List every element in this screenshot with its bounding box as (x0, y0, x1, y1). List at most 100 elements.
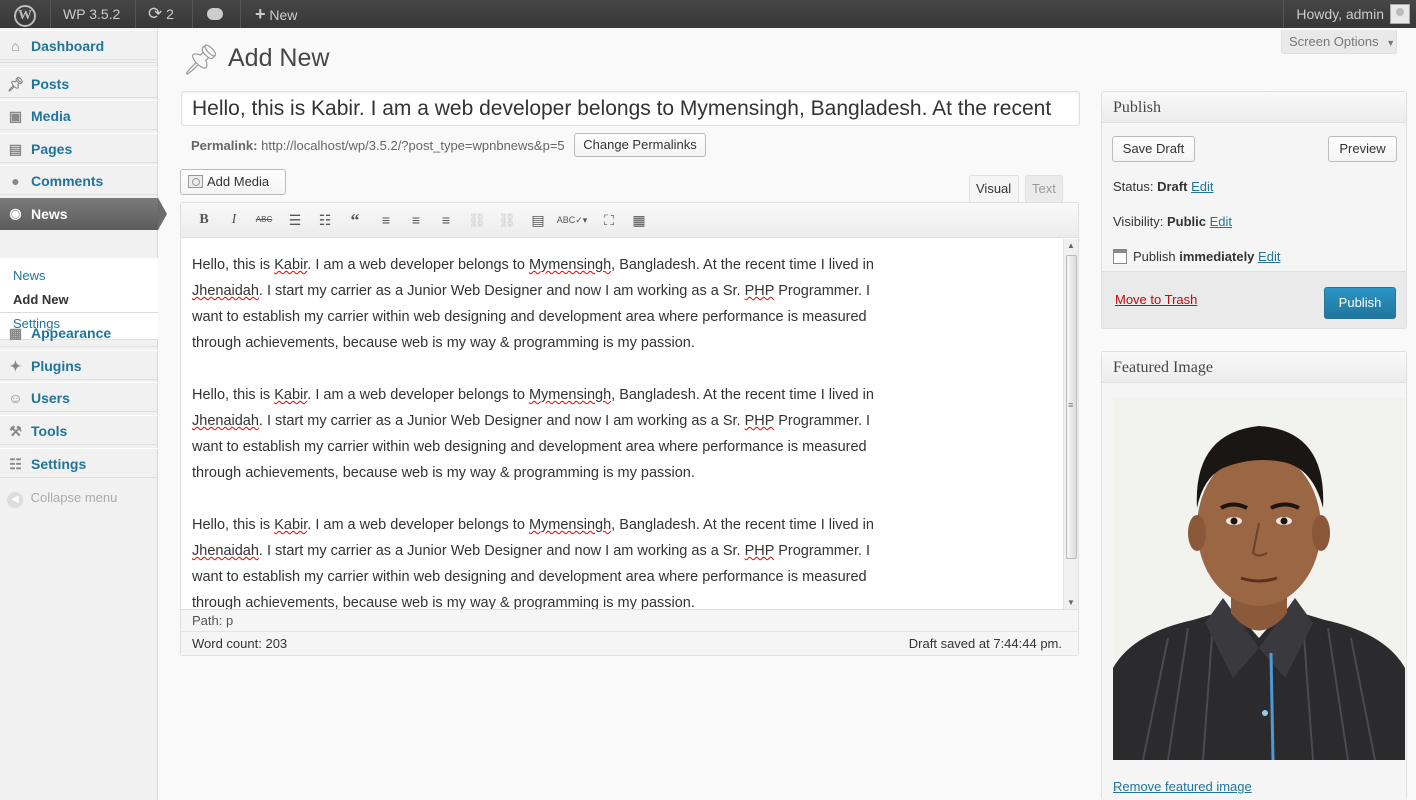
editor-content[interactable]: Hello, this is Kabir. I am a web develop… (181, 239, 1062, 609)
screen-options-toggle[interactable]: Screen Options ▼ (1281, 30, 1397, 54)
menu-dashboard[interactable]: ⌂ Dashboard (0, 30, 158, 60)
unlink-icon[interactable]: ⛓ (496, 210, 518, 230)
menu-settings[interactable]: ☷ Settings (0, 448, 158, 478)
bullet-list-icon[interactable]: ☰ (284, 210, 306, 230)
post-title-input[interactable] (181, 91, 1080, 126)
tab-visual[interactable]: Visual (969, 175, 1019, 203)
content-paragraph: Hello, this is Kabir. I am a web develop… (192, 517, 874, 609)
screen-options-label: Screen Options (1289, 34, 1379, 49)
menu-label: Pages (31, 141, 73, 157)
new-label: New (269, 7, 298, 23)
avatar[interactable] (1390, 4, 1410, 24)
bold-icon[interactable]: B (193, 210, 215, 230)
visibility-label: Visibility: (1113, 214, 1164, 229)
menu-pages[interactable]: ▤ Pages (0, 133, 158, 163)
featured-image-box: Featured Image Remove featured image (1101, 351, 1407, 800)
menu-label: Media (31, 108, 71, 124)
insert-more-icon[interactable]: ▤ (527, 210, 549, 230)
fullscreen-icon[interactable]: ⛶ (598, 210, 620, 230)
align-left-icon[interactable]: ≡ (375, 210, 397, 230)
edit-publish-time-link[interactable]: Edit (1258, 249, 1280, 264)
add-media-button[interactable]: Add Media (180, 169, 286, 195)
updates-link[interactable]: ⟳ 2 (148, 0, 174, 28)
visibility-row: Visibility: Public Edit (1113, 214, 1232, 229)
scroll-up-arrow-icon[interactable]: ▲ (1067, 241, 1075, 250)
visibility-value: Public (1166, 214, 1206, 229)
edit-status-link[interactable]: Edit (1191, 179, 1213, 194)
blockquote-icon[interactable]: “ (344, 210, 366, 230)
menu-plugins[interactable]: ✦ Plugins (0, 350, 158, 380)
kitchen-sink-icon[interactable]: ▦ (628, 210, 650, 230)
menu-news[interactable]: ◉ News (0, 198, 167, 230)
permalink-label: Permalink: (191, 138, 258, 153)
editor-scrollbar[interactable]: ▲ ≡ ▼ (1063, 239, 1078, 609)
menu-posts[interactable]: 📌︎ Posts (0, 68, 158, 98)
permalink-url: http://localhost/wp/3.5.2/?post_type=wpn… (261, 138, 565, 153)
edit-visibility-link[interactable]: Edit (1210, 214, 1232, 229)
users-icon: ☺ (8, 390, 23, 406)
caret-down-icon: ▼ (1386, 38, 1396, 48)
refresh-icon: ⟳ (148, 4, 163, 23)
change-permalinks-button[interactable]: Change Permalinks (574, 133, 706, 157)
numbered-list-icon[interactable]: ☷ (314, 210, 336, 230)
publish-time-value: immediately (1179, 249, 1255, 264)
publish-box: Publish Save Draft Preview Status: Draft… (1101, 91, 1407, 329)
word-count: Word count: 203 (192, 636, 288, 651)
scroll-down-arrow-icon[interactable]: ▼ (1067, 598, 1075, 607)
page-title: Add New (228, 44, 330, 72)
new-content-link[interactable]: + New (255, 0, 297, 28)
menu-label: Settings (31, 456, 87, 472)
collapse-label: Collapse menu (30, 490, 118, 505)
content-paragraph: Hello, this is Kabir. I am a web develop… (192, 257, 874, 351)
submenu-add-new[interactable]: Add New (13, 292, 69, 307)
remove-featured-image-link[interactable]: Remove featured image (1113, 779, 1252, 794)
pushpin-icon: 📌︎ (182, 44, 221, 77)
tab-text[interactable]: Text (1025, 175, 1063, 203)
dashboard-icon: ⌂ (11, 38, 20, 54)
menu-comments[interactable]: ● Comments (0, 165, 158, 195)
save-draft-button[interactable]: Save Draft (1112, 136, 1195, 162)
admin-bar-divider (50, 0, 51, 28)
menu-label: Tools (31, 423, 68, 439)
preview-button[interactable]: Preview (1328, 136, 1397, 162)
news-icon: ◉ (9, 205, 22, 221)
featured-image-heading: Featured Image (1102, 352, 1406, 383)
insert-link-icon[interactable]: ⛓ (466, 210, 488, 230)
calendar-icon (1113, 249, 1127, 264)
status-value: Draft (1157, 179, 1188, 194)
howdy-user-link[interactable]: Howdy, admin (1296, 0, 1384, 28)
publish-time-label: Publish (1133, 249, 1176, 264)
menu-appearance[interactable]: ▦ Appearance (0, 317, 158, 347)
featured-image[interactable] (1113, 398, 1405, 760)
media-icon (188, 175, 203, 188)
site-name-link[interactable]: WP 3.5.2 (63, 0, 120, 28)
publish-button[interactable]: Publish (1324, 287, 1396, 319)
comments-link[interactable] (207, 0, 223, 28)
scrollbar-thumb[interactable]: ≡ (1066, 255, 1077, 559)
strikethrough-icon[interactable]: ABC (253, 210, 275, 230)
pages-icon: ▤ (8, 141, 23, 157)
publish-actions: Move to Trash Publish (1102, 271, 1406, 328)
admin-bar-divider (240, 0, 241, 28)
menu-tools[interactable]: ⚒ Tools (0, 415, 158, 445)
menu-media[interactable]: ▣ Media (0, 100, 158, 130)
menu-label: Comments (31, 173, 104, 189)
post-status-row: Status: Draft Edit (1113, 179, 1213, 194)
add-media-label: Add Media (207, 174, 270, 189)
submenu-news[interactable]: News (13, 268, 46, 283)
tools-icon: ⚒ (9, 423, 22, 439)
spellcheck-icon[interactable]: ABC✓▾ (555, 210, 589, 230)
menu-users[interactable]: ☺ Users (0, 382, 158, 412)
align-right-icon[interactable]: ≡ (435, 210, 457, 230)
comment-bubble-icon (207, 8, 223, 20)
wordpress-logo-icon[interactable]: W (0, 0, 50, 28)
move-to-trash-link[interactable]: Move to Trash (1115, 292, 1197, 307)
align-center-icon[interactable]: ≡ (405, 210, 427, 230)
draft-saved-status: Draft saved at 7:44:44 pm. (908, 636, 1062, 651)
italic-icon[interactable]: I (223, 210, 245, 230)
menu-label: Plugins (31, 358, 82, 374)
menu-label: News (31, 206, 68, 222)
post-editor: B I ABC ☰ ☷ “ ≡ ≡ ≡ ⛓ ⛓ ▤ ABC✓▾ ⛶ ▦ Hell… (180, 202, 1079, 656)
admin-bar-divider (135, 0, 136, 28)
collapse-menu-button[interactable]: ◀ Collapse menu (7, 490, 117, 508)
